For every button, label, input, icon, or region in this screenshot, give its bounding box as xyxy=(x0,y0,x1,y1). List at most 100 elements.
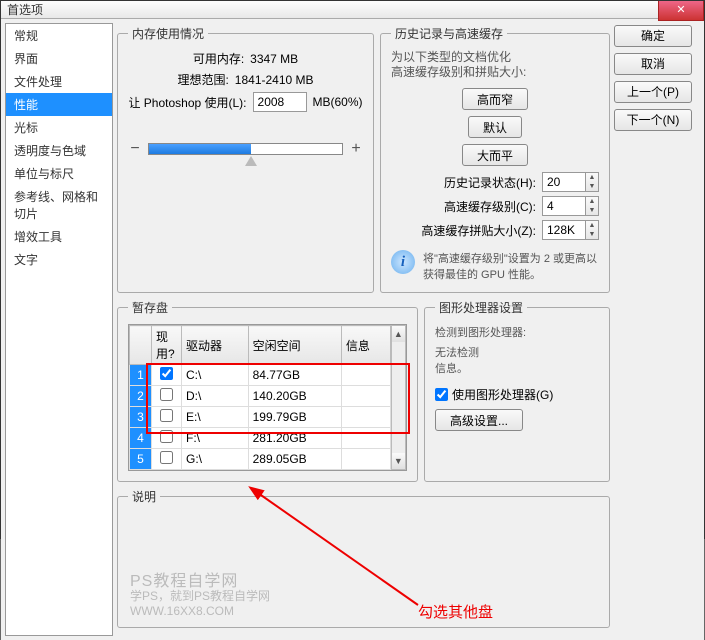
cache-tile-input[interactable] xyxy=(542,220,586,240)
row-drive: F:\ xyxy=(182,428,249,449)
description-legend: 说明 xyxy=(128,488,160,505)
sidebar-item-cursors[interactable]: 光标 xyxy=(6,116,112,139)
history-cache-group: 历史记录与高速缓存 为以下类型的文档优化 高速缓存级别和拼贴大小: 高而窄 默认… xyxy=(380,25,610,293)
cache-tile-label: 高速缓存拼贴大小(Z): xyxy=(391,222,536,239)
sidebar-item-performance[interactable]: 性能 xyxy=(6,93,112,116)
ideal-range-value: 1841-2410 MB xyxy=(235,73,314,87)
table-row[interactable]: 2D:\140.20GB xyxy=(130,386,391,407)
cache-levels-input[interactable] xyxy=(542,196,586,216)
info-icon: i xyxy=(391,250,415,274)
row-free: 289.05GB xyxy=(248,449,341,470)
col-free[interactable]: 空闲空间 xyxy=(248,326,341,365)
col-info[interactable]: 信息 xyxy=(341,326,390,365)
gpu-legend: 图形处理器设置 xyxy=(435,299,527,316)
sidebar-item-filehandling[interactable]: 文件处理 xyxy=(6,70,112,93)
row-drive: G:\ xyxy=(182,449,249,470)
window-title: 首选项 xyxy=(7,1,43,18)
sidebar-item-interface[interactable]: 界面 xyxy=(6,47,112,70)
default-button[interactable]: 默认 xyxy=(468,116,522,138)
row-number: 5 xyxy=(130,449,152,470)
memory-slider[interactable]: − + xyxy=(128,140,363,158)
slider-thumb[interactable] xyxy=(245,156,257,166)
memory-unit: MB(60%) xyxy=(313,95,363,109)
row-free: 199.79GB xyxy=(248,407,341,428)
row-info xyxy=(341,428,390,449)
gpu-detect-value: 无法检测 信息。 xyxy=(435,344,599,376)
dialog-buttons: 确定 取消 上一个(P) 下一个(N) xyxy=(614,19,704,640)
gpu-detect-label: 检测到图形处理器: xyxy=(435,324,599,340)
cache-levels-label: 高速缓存级别(C): xyxy=(391,198,536,215)
row-drive: D:\ xyxy=(182,386,249,407)
history-states-label: 历史记录状态(H): xyxy=(391,174,536,191)
row-free: 281.20GB xyxy=(248,428,341,449)
row-active-cell[interactable] xyxy=(152,428,182,449)
slider-track[interactable] xyxy=(148,143,343,155)
preferences-window: 首选项 ✕ 常规 界面 文件处理 性能 光标 透明度与色域 单位与标尺 参考线、… xyxy=(0,0,705,539)
sidebar-item-plugins[interactable]: 增效工具 xyxy=(6,225,112,248)
row-active-checkbox[interactable] xyxy=(160,367,173,380)
sidebar-item-type[interactable]: 文字 xyxy=(6,248,112,271)
annotation-text: 勾选其他盘 xyxy=(418,601,493,622)
sidebar-item-general[interactable]: 常规 xyxy=(6,24,112,47)
history-states-stepper[interactable]: ▲▼ xyxy=(585,172,599,192)
let-ps-use-label: 让 Photoshop 使用(L): xyxy=(128,94,246,111)
tall-thin-button[interactable]: 高而窄 xyxy=(462,88,528,110)
scratch-table-wrap: 现用? 驱动器 空闲空间 信息 1 C:\84.77GB2D:\140.20GB3… xyxy=(128,324,407,471)
big-flat-button[interactable]: 大而平 xyxy=(462,144,528,166)
memory-legend: 内存使用情况 xyxy=(128,25,208,42)
prev-button[interactable]: 上一个(P) xyxy=(614,81,692,103)
row-active-checkbox[interactable] xyxy=(160,409,173,422)
sidebar-item-units[interactable]: 单位与标尺 xyxy=(6,162,112,185)
row-free: 84.77GB xyxy=(248,365,341,386)
watermark: PS教程自学网 学PS，就到PS教程自学网 WWW.16XX8.COM xyxy=(130,574,270,619)
row-active-cell[interactable] xyxy=(152,386,182,407)
memory-usage-group: 内存使用情况 可用内存: 3347 MB 理想范围: 1841-2410 MB … xyxy=(117,25,374,293)
titlebar[interactable]: 首选项 ✕ xyxy=(1,1,704,19)
next-button[interactable]: 下一个(N) xyxy=(614,109,692,131)
history-note: 为以下类型的文档优化 高速缓存级别和拼贴大小: xyxy=(391,50,599,80)
scratch-table: 现用? 驱动器 空闲空间 信息 1 C:\84.77GB2D:\140.20GB3… xyxy=(129,325,391,470)
table-row[interactable]: 3E:\199.79GB xyxy=(130,407,391,428)
available-ram-label: 可用内存: xyxy=(193,50,244,67)
row-active-checkbox[interactable] xyxy=(160,430,173,443)
category-sidebar: 常规 界面 文件处理 性能 光标 透明度与色域 单位与标尺 参考线、网格和切片 … xyxy=(5,23,113,636)
sidebar-item-transparency[interactable]: 透明度与色域 xyxy=(6,139,112,162)
slider-fill xyxy=(149,144,251,154)
row-active-checkbox[interactable] xyxy=(160,451,173,464)
scratch-scrollbar[interactable]: ▲ ▼ xyxy=(391,325,406,470)
memory-input[interactable] xyxy=(253,92,307,112)
cache-levels-stepper[interactable]: ▲▼ xyxy=(585,196,599,216)
plus-icon: + xyxy=(349,140,363,158)
window-body: 常规 界面 文件处理 性能 光标 透明度与色域 单位与标尺 参考线、网格和切片 … xyxy=(1,19,704,640)
use-gpu-checkbox[interactable] xyxy=(435,388,448,401)
col-active[interactable]: 现用? xyxy=(152,326,182,365)
col-drive[interactable]: 驱动器 xyxy=(182,326,249,365)
row-drive: C:\ xyxy=(182,365,249,386)
cache-tile-stepper[interactable]: ▲▼ xyxy=(585,220,599,240)
row-active-cell[interactable] xyxy=(152,365,182,386)
description-group: 说明 勾选其他盘 PS教程自学网 学PS，就到PS教程自学网 WWW.16XX8… xyxy=(117,488,610,628)
ideal-range-label: 理想范围: xyxy=(177,71,228,88)
row-info xyxy=(341,407,390,428)
row-active-checkbox[interactable] xyxy=(160,388,173,401)
close-button[interactable]: ✕ xyxy=(658,1,704,21)
row-number: 3 xyxy=(130,407,152,428)
col-blank[interactable] xyxy=(130,326,152,365)
available-ram-value: 3347 MB xyxy=(250,52,298,66)
history-states-input[interactable] xyxy=(542,172,586,192)
scroll-up-icon[interactable]: ▲ xyxy=(392,326,405,342)
scroll-down-icon[interactable]: ▼ xyxy=(392,453,405,469)
table-row[interactable]: 4F:\281.20GB xyxy=(130,428,391,449)
row-info xyxy=(341,449,390,470)
row-number: 1 xyxy=(130,365,152,386)
sidebar-item-guides[interactable]: 参考线、网格和切片 xyxy=(6,185,112,225)
use-gpu-label: 使用图形处理器(G) xyxy=(452,386,553,403)
row-active-cell[interactable] xyxy=(152,407,182,428)
ok-button[interactable]: 确定 xyxy=(614,25,692,47)
row-active-cell[interactable] xyxy=(152,449,182,470)
table-row[interactable]: 1 C:\84.77GB xyxy=(130,365,391,386)
cancel-button[interactable]: 取消 xyxy=(614,53,692,75)
advanced-settings-button[interactable]: 高级设置... xyxy=(435,409,523,431)
table-row[interactable]: 5 G:\289.05GB xyxy=(130,449,391,470)
cache-info-text: 将"高速缓存级别"设置为 2 或更高以获得最佳的 GPU 性能。 xyxy=(423,250,599,282)
